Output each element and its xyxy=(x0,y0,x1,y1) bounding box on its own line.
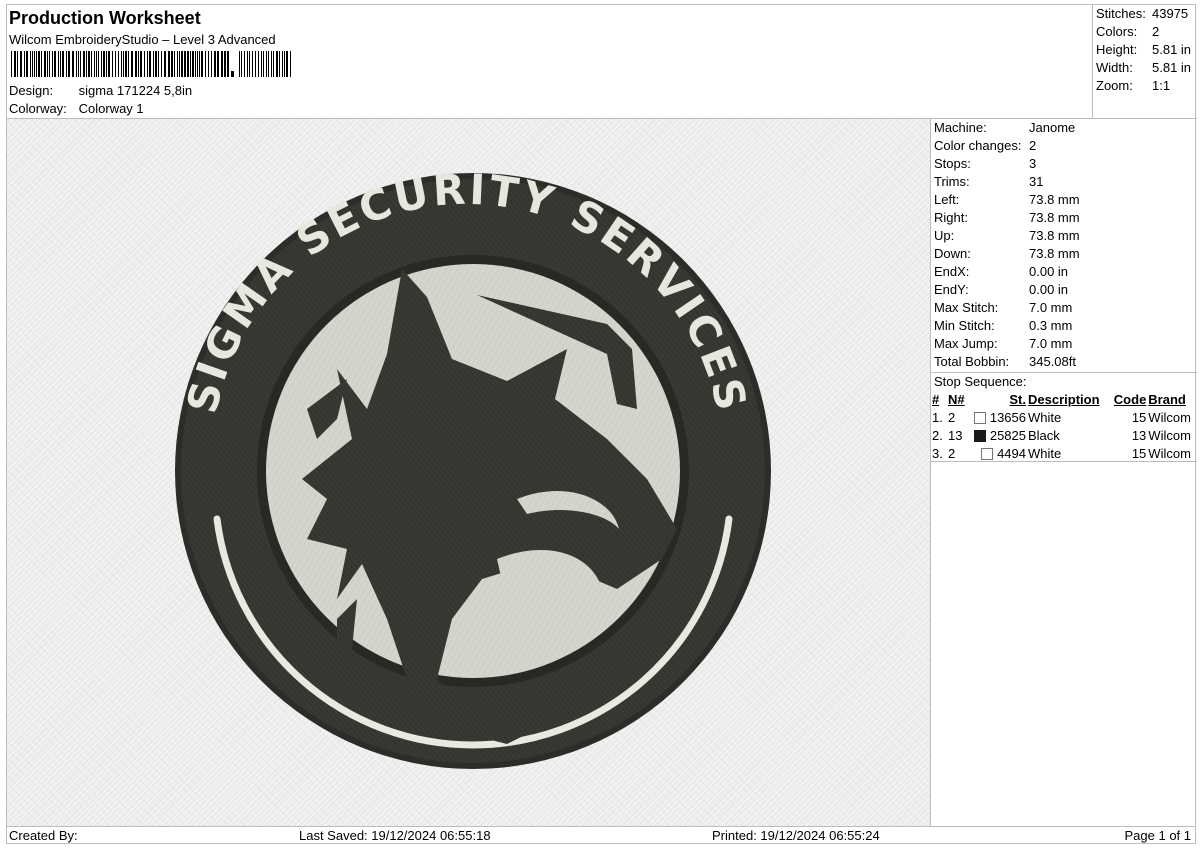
stop-sequence-divider xyxy=(931,461,1197,462)
detail-endy: EndY: 0.00 in xyxy=(934,282,1069,297)
design-label: Design: xyxy=(9,83,54,98)
stop-sequence-label: Stop Sequence: xyxy=(934,374,1027,389)
detail-down: Down: 73.8 mm xyxy=(934,246,1080,261)
worksheet-header: Production Worksheet Wilcom EmbroiderySt… xyxy=(7,5,1093,119)
sigma-security-badge: SIGMA SECURITY SERVICES xyxy=(175,164,771,769)
detail-left: Left: 73.8 mm xyxy=(934,192,1080,207)
table-row: 2. 13 25825 Black 13 Wilcom xyxy=(932,428,1191,443)
summary-colors: Colors: 2 xyxy=(1096,24,1160,39)
detail-max-jump: Max Jump: 7.0 mm xyxy=(934,336,1073,351)
printed-date: Printed: 19/12/2024 06:55:24 xyxy=(712,828,880,843)
detail-stops: Stops: 3 xyxy=(934,156,1037,171)
summary-height: Height: 5.81 in xyxy=(1096,42,1192,57)
barcode xyxy=(11,51,291,77)
detail-trims: Trims: 31 xyxy=(934,174,1044,189)
summary-zoom: Zoom: 1:1 xyxy=(1096,78,1171,93)
table-row: 1. 2 13656 White 15 Wilcom xyxy=(932,410,1191,425)
details-panel: Machine: Janome Color changes: 2 Stops: 3 T… xyxy=(931,119,1197,371)
stop-sequence: Stop Sequence: # N# St. Description Code… xyxy=(931,372,1197,463)
design-preview: SIGMA SECURITY SERVICES xyxy=(7,119,931,826)
colorway-value: Colorway 1 xyxy=(78,101,144,116)
software-name: Wilcom EmbroideryStudio – Level 3 Advanc… xyxy=(9,32,276,47)
colorway-row: Colorway: Colorway 1 xyxy=(9,101,144,116)
design-value: sigma 171224 5,8in xyxy=(78,83,193,98)
stop-sequence-table: # N# St. Description Code Brand 1. 2 136… xyxy=(931,391,1197,463)
table-header-row: # N# St. Description Code Brand xyxy=(932,392,1186,407)
detail-color-changes: Color changes: 2 xyxy=(934,138,1037,153)
summary-panel: Stitches: 43975 Colors: 2 Height: 5.81 in W… xyxy=(1093,5,1197,119)
created-by: Created By: xyxy=(9,828,78,843)
detail-max-stitch: Max Stitch: 7.0 mm xyxy=(934,300,1073,315)
color-swatch xyxy=(974,412,987,424)
worksheet-frame: Production Worksheet Wilcom EmbroiderySt… xyxy=(6,4,1197,844)
last-saved: Last Saved: 19/12/2024 06:55:18 xyxy=(299,828,491,843)
detail-endx: EndX: 0.00 in xyxy=(934,264,1069,279)
design-row: Design: sigma 171224 5,8in xyxy=(9,83,192,98)
detail-total-bobbin: Total Bobbin: 345.08ft xyxy=(934,354,1076,369)
detail-up: Up: 73.8 mm xyxy=(934,228,1080,243)
detail-right: Right: 73.8 mm xyxy=(934,210,1080,225)
summary-width: Width: 5.81 in xyxy=(1096,60,1192,75)
embroidery-design: SIGMA SECURITY SERVICES xyxy=(175,164,771,769)
color-swatch xyxy=(981,448,994,460)
detail-min-stitch: Min Stitch: 0.3 mm xyxy=(934,318,1073,333)
worksheet-footer: Created By: Last Saved: 19/12/2024 06:55… xyxy=(7,826,1195,844)
detail-machine: Machine: Janome xyxy=(934,120,1076,135)
page-number: Page 1 of 1 xyxy=(1124,828,1192,843)
colorway-label: Colorway: xyxy=(9,101,67,116)
page-title: Production Worksheet xyxy=(9,8,201,28)
summary-stitches: Stitches: 43975 xyxy=(1096,6,1189,21)
color-swatch xyxy=(974,430,987,442)
